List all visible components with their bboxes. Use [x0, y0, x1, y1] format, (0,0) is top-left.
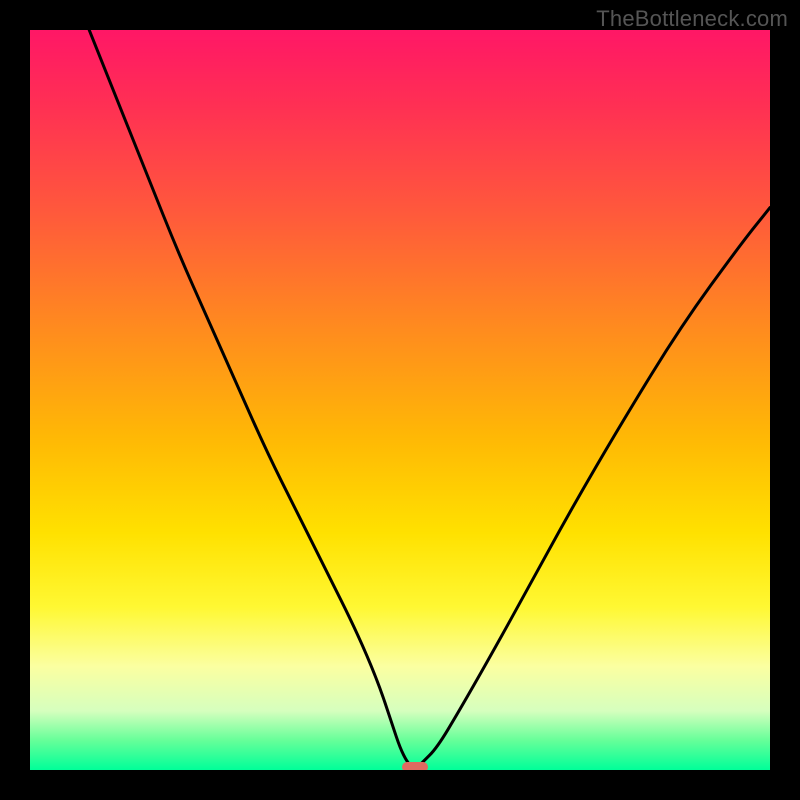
optimal-point-marker: [402, 762, 428, 770]
plot-area: [30, 30, 770, 770]
bottleneck-curve: [89, 30, 770, 768]
watermark-label: TheBottleneck.com: [596, 6, 788, 32]
curve-layer: [30, 30, 770, 770]
chart-container: TheBottleneck.com: [0, 0, 800, 800]
